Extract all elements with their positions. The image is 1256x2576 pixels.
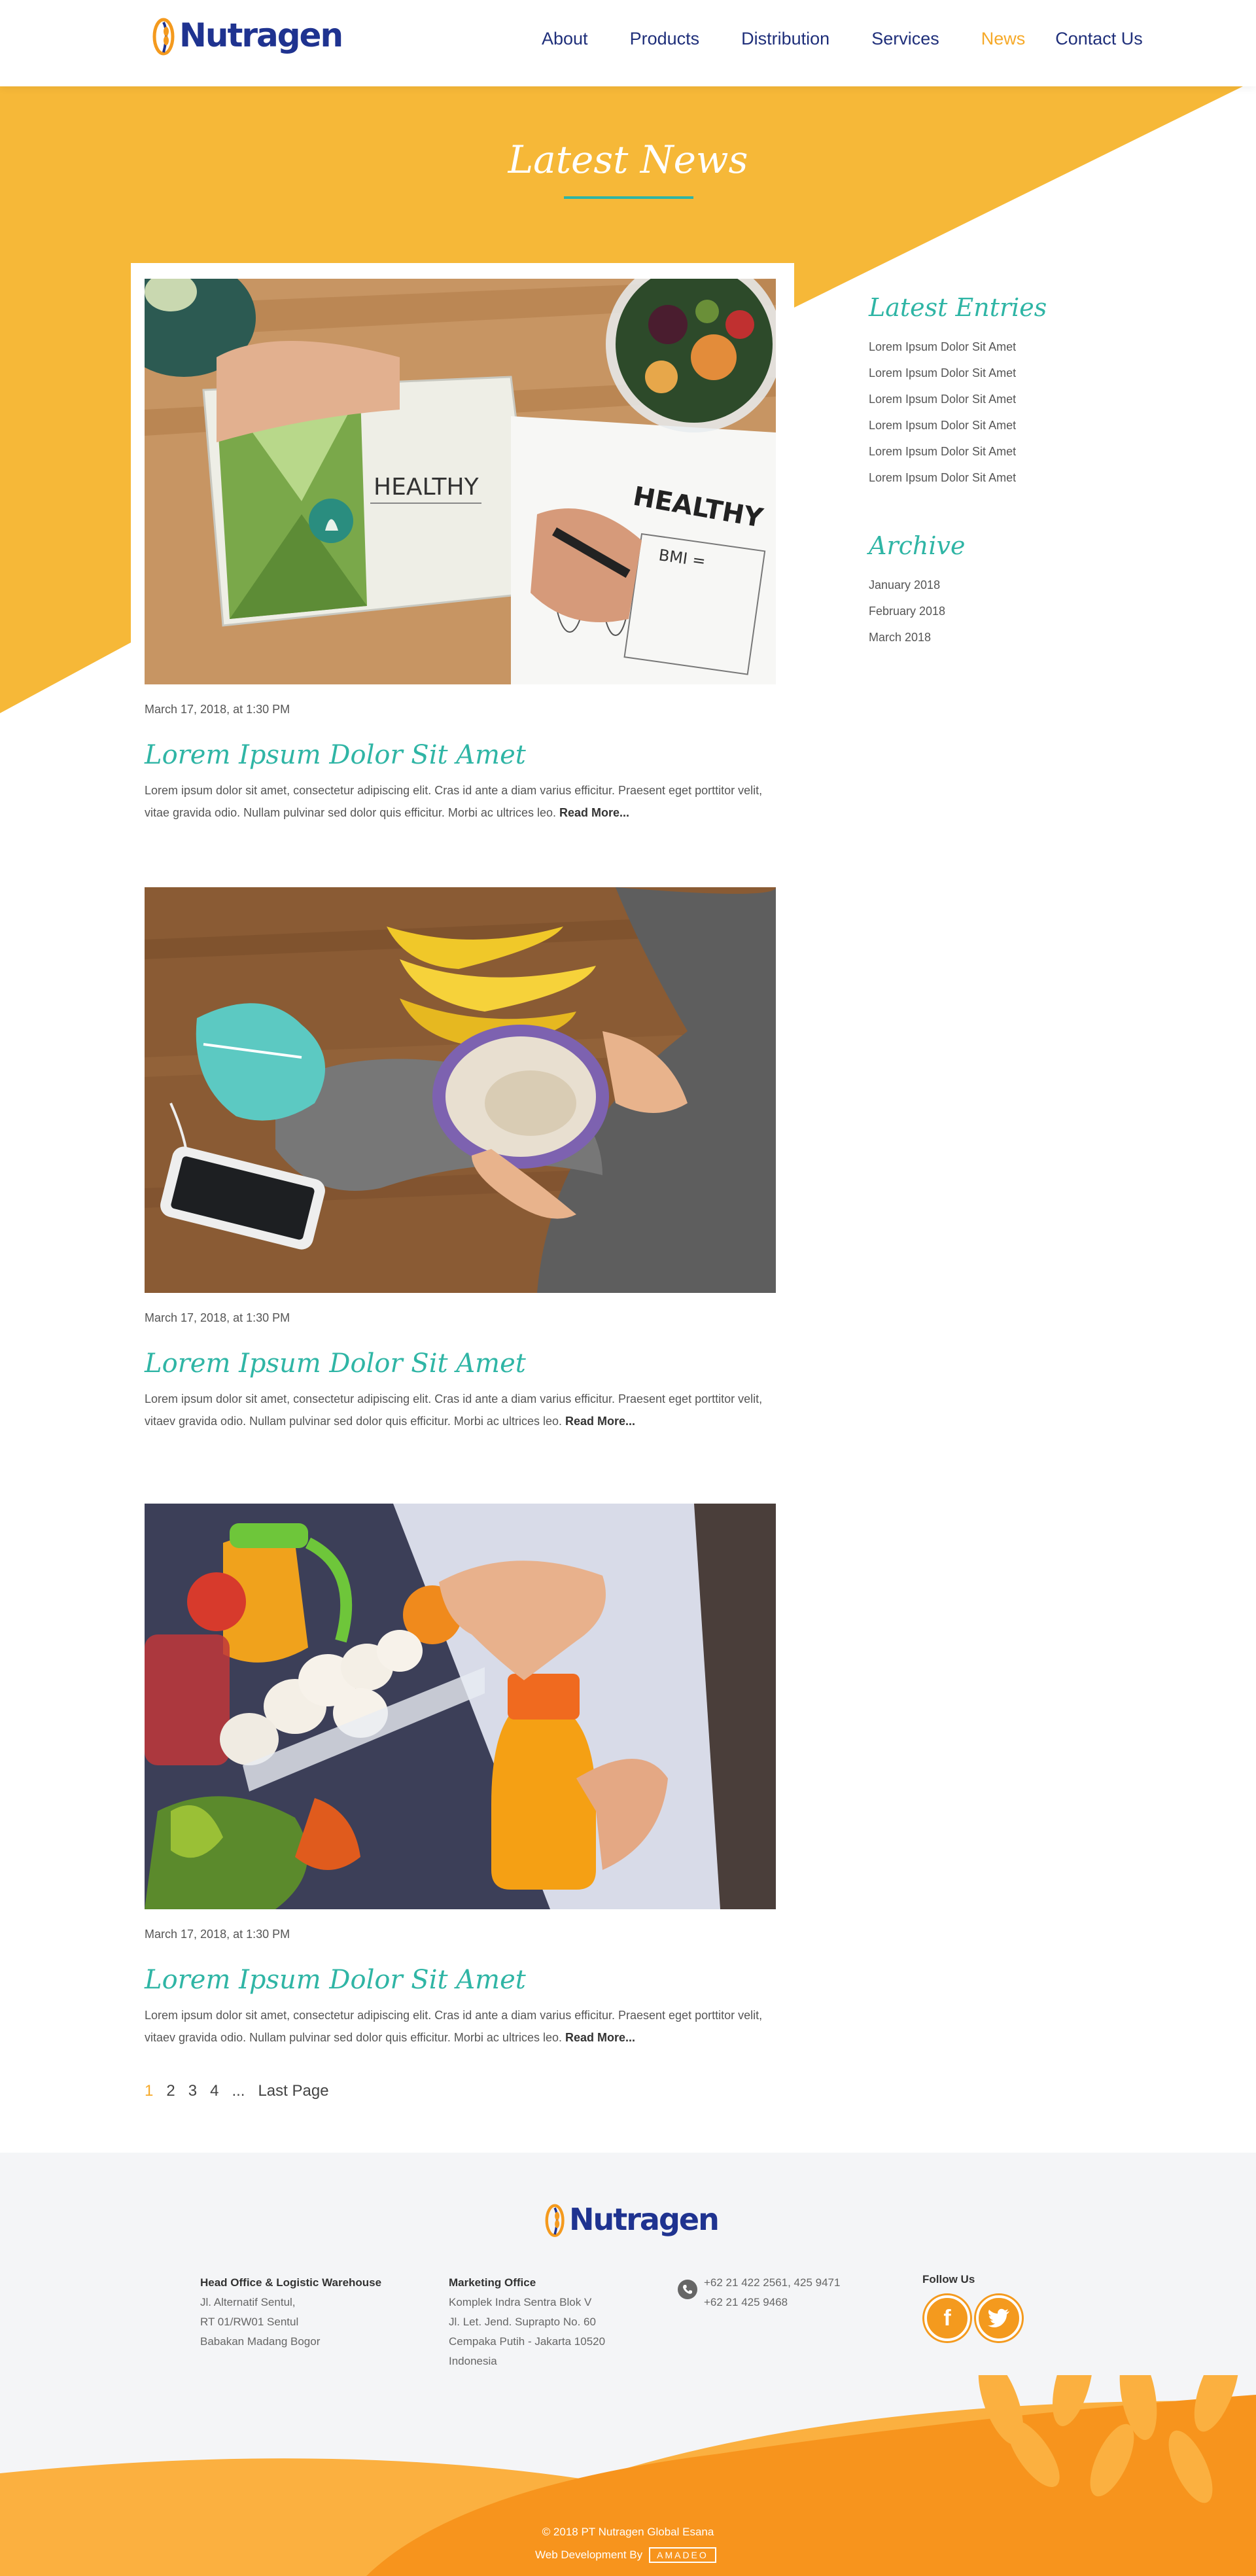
facebook-icon[interactable]: f (924, 2295, 970, 2341)
footer-logo[interactable]: Nutragen (543, 2200, 720, 2239)
latest-entry-item: Lorem Ipsum Dolor Sit Amet (869, 386, 1098, 412)
excerpt-text: Lorem ipsum dolor sit amet, consectetur … (145, 2009, 763, 2044)
archive-link[interactable]: January 2018 (869, 578, 940, 591)
address-line: Komplek Indra Sentra Blok V (449, 2296, 592, 2308)
phone-number[interactable]: +62 21 422 2561, 425 9471 (704, 2273, 840, 2293)
brand-logo[interactable]: Nutragen (150, 13, 343, 58)
page-3-link[interactable]: 3 (188, 2082, 197, 2100)
address-line: Jl. Alternatif Sentul, (200, 2296, 296, 2308)
latest-entry-link[interactable]: Lorem Ipsum Dolor Sit Amet (869, 419, 1016, 432)
copyright-text: 2018 PT Nutragen Global Esana (553, 2526, 714, 2538)
latest-entry-item: Lorem Ipsum Dolor Sit Amet (869, 465, 1098, 491)
head-office-block: Head Office & Logistic Warehouse Jl. Alt… (200, 2273, 381, 2352)
excerpt-text: Lorem ipsum dolor sit amet, consectetur … (145, 1392, 763, 1428)
sidebar: Latest Entries Lorem Ipsum Dolor Sit Ame… (869, 293, 1098, 650)
page-4-link[interactable]: 4 (210, 2082, 218, 2100)
news-article: March 17, 2018, at 1:30 PM Lorem Ipsum D… (145, 1504, 776, 2049)
copyright-icon: © (542, 2526, 551, 2538)
archive-link[interactable]: March 2018 (869, 631, 931, 644)
brand-name: Nutragen (179, 16, 343, 54)
archive-item: January 2018 (869, 572, 1098, 598)
site-header: Nutragen About Products Distribution Ser… (0, 0, 1256, 86)
nav-distribution[interactable]: Distribution (741, 29, 829, 49)
article-excerpt: Lorem ipsum dolor sit amet, consectetur … (145, 1388, 776, 1432)
last-page-link[interactable]: Last Page (258, 2082, 328, 2100)
nav-contact-us[interactable]: Contact Us (1055, 29, 1143, 49)
title-underline (564, 196, 693, 199)
twitter-icon[interactable] (976, 2295, 1022, 2341)
copyright: © 2018 PT Nutragen Global Esana (0, 2526, 1256, 2539)
article-title[interactable]: Lorem Ipsum Dolor Sit Amet (145, 740, 776, 770)
pagination-ellipsis: ... (232, 2082, 245, 2100)
article-date: March 17, 2018, at 1:30 PM (145, 703, 290, 716)
article-excerpt: Lorem ipsum dolor sit amet, consectetur … (145, 2004, 776, 2049)
article-excerpt: Lorem ipsum dolor sit amet, consectetur … (145, 779, 776, 824)
latest-entry-link[interactable]: Lorem Ipsum Dolor Sit Amet (869, 471, 1016, 484)
latest-entries-heading: Latest Entries (869, 293, 1047, 322)
site-footer: Nutragen Head Office & Logistic Warehous… (0, 2153, 1256, 2576)
news-article: March 17, 2018, at 1:30 PM Lorem Ipsum D… (145, 887, 776, 1432)
excerpt-text: Lorem ipsum dolor sit amet, consectetur … (145, 784, 763, 819)
address-line: RT 01/RW01 Sentul (200, 2316, 299, 2328)
nav-news[interactable]: News (981, 29, 1026, 49)
article-image[interactable] (145, 1504, 776, 1909)
latest-entry-item: Lorem Ipsum Dolor Sit Amet (869, 438, 1098, 465)
latest-entry-item: Lorem Ipsum Dolor Sit Amet (869, 360, 1098, 386)
fridge-juice-photo (145, 1504, 776, 1909)
marketing-office-title: Marketing Office (449, 2276, 536, 2289)
page-1-link[interactable]: 1 (145, 2082, 153, 2100)
follow-us-label: Follow Us (922, 2273, 975, 2285)
nav-services[interactable]: Services (871, 29, 939, 49)
archive-link[interactable]: February 2018 (869, 605, 945, 618)
dev-brand-logo[interactable]: AMADEO (649, 2547, 716, 2563)
phone-icon (678, 2280, 697, 2299)
address-line: Indonesia (449, 2355, 497, 2367)
marketing-office-block: Marketing Office Komplek Indra Sentra Bl… (449, 2273, 605, 2371)
latest-entry-link[interactable]: Lorem Ipsum Dolor Sit Amet (869, 366, 1016, 379)
latest-entry-item: Lorem Ipsum Dolor Sit Amet (869, 334, 1098, 360)
web-dev-credit: Web Development By AMADEO (535, 2547, 716, 2563)
nav-about[interactable]: About (542, 29, 588, 49)
article-title[interactable]: Lorem Ipsum Dolor Sit Amet (145, 1349, 776, 1379)
address-line: Cempaka Putih - Jakarta 10520 (449, 2335, 606, 2348)
news-article: HEALTHY HEALTHY BMI = March 17, 2018, at… (145, 279, 776, 824)
footer-wave-decoration (0, 2375, 1256, 2576)
article-image[interactable]: HEALTHY HEALTHY BMI = (145, 279, 776, 684)
dev-by-label: Web Development By (535, 2549, 643, 2561)
address-line: Babakan Madang Bogor (200, 2335, 321, 2348)
footer-brand-name: Nutragen (569, 2202, 720, 2237)
main-nav: About Products Distribution Services New… (542, 29, 1143, 49)
archive-heading: Archive (869, 531, 966, 560)
article-image[interactable] (145, 887, 776, 1293)
phone-number[interactable]: +62 21 425 9468 (704, 2293, 840, 2312)
archive-item: February 2018 (869, 598, 1098, 624)
latest-entry-link[interactable]: Lorem Ipsum Dolor Sit Amet (869, 445, 1016, 458)
head-office-title: Head Office & Logistic Warehouse (200, 2276, 382, 2289)
page-title: Latest News (508, 137, 748, 182)
healthy-notebook-photo: HEALTHY HEALTHY BMI = (145, 279, 776, 684)
latest-entry-link[interactable]: Lorem Ipsum Dolor Sit Amet (869, 340, 1016, 353)
svg-text:HEALTHY: HEALTHY (374, 474, 480, 501)
latest-entries-list: Lorem Ipsum Dolor Sit Amet Lorem Ipsum D… (869, 334, 1098, 491)
read-more-link[interactable]: Read More... (559, 806, 629, 819)
latest-entry-item: Lorem Ipsum Dolor Sit Amet (869, 412, 1098, 438)
article-date: March 17, 2018, at 1:30 PM (145, 1928, 290, 1941)
pagination: 1 2 3 4 ... Last Page (145, 2082, 342, 2100)
read-more-link[interactable]: Read More... (565, 2031, 635, 2044)
page-2-link[interactable]: 2 (166, 2082, 175, 2100)
phone-block: +62 21 422 2561, 425 9471 +62 21 425 946… (704, 2273, 840, 2312)
archive-list: January 2018 February 2018 March 2018 (869, 572, 1098, 650)
wheat-logo-icon (545, 2204, 565, 2237)
latest-entry-link[interactable]: Lorem Ipsum Dolor Sit Amet (869, 393, 1016, 406)
article-title[interactable]: Lorem Ipsum Dolor Sit Amet (145, 1965, 776, 1995)
article-date: March 17, 2018, at 1:30 PM (145, 1311, 290, 1324)
address-line: Jl. Let. Jend. Suprapto No. 60 (449, 2316, 596, 2328)
read-more-link[interactable]: Read More... (565, 1415, 635, 1428)
wheat-logo-icon (152, 18, 175, 56)
nav-products[interactable]: Products (630, 29, 700, 49)
bananas-oatmeal-photo (145, 887, 776, 1293)
archive-item: March 2018 (869, 624, 1098, 650)
